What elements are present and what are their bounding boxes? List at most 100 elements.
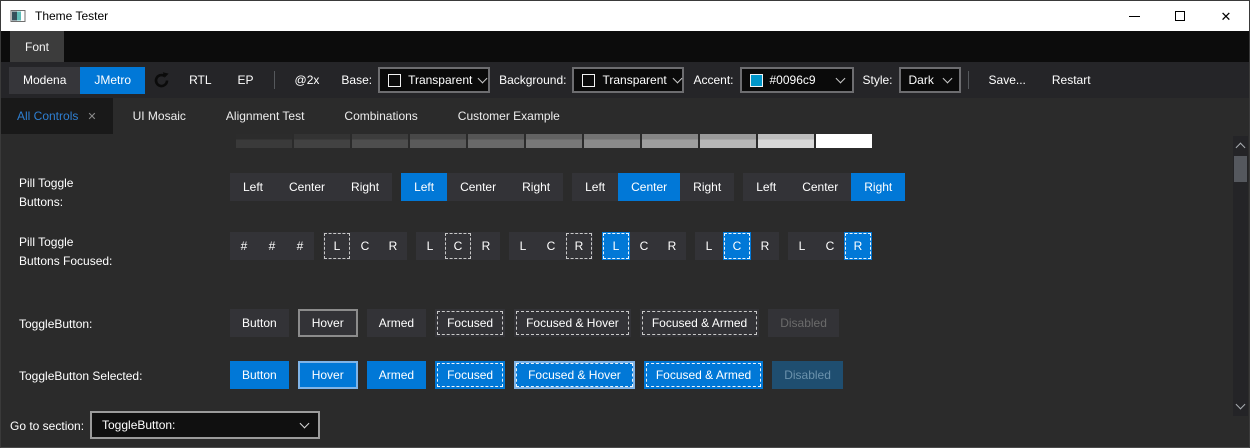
save-button[interactable]: Save... [976,67,1039,94]
jmetro-theme-button[interactable]: JMetro [80,66,146,94]
togglebutton-selected-focused-armed[interactable]: Focused & Armed [643,361,764,389]
pill-c-button[interactable]: C [537,232,565,260]
togglebutton-armed[interactable]: Armed [366,309,427,337]
pill-l-button[interactable]: L [788,232,816,260]
gray-swatch [758,134,814,148]
pill-center-button[interactable]: Center [447,173,509,201]
pill-c-button[interactable]: C [630,232,658,260]
background-combobox[interactable]: Transparent [572,67,685,93]
pill-hash-button[interactable]: # [258,232,286,260]
pill-toggle-focused-label: Pill Toggle Buttons Focused: [19,235,113,269]
accent-value: #0096c9 [769,73,816,87]
pill-left-button[interactable]: Left [230,173,276,201]
title-bar: Theme Tester ✕ [1,1,1249,31]
togglebutton-selected-disabled[interactable]: Disabled [772,361,843,389]
pill-r-button[interactable]: R [565,232,593,260]
refresh-button[interactable] [153,71,170,89]
grayscale-swatch-strip [236,134,872,148]
gray-swatch [236,134,292,148]
pill-right-button[interactable]: Right [509,173,563,201]
pill-l-button[interactable]: L [695,232,723,260]
vertical-scrollbar[interactable] [1233,136,1248,416]
pill-left-button[interactable]: Left [743,173,789,201]
restart-button[interactable]: Restart [1039,67,1104,94]
pill-toggle-group: L C R [509,232,593,260]
pill-center-button[interactable]: Center [618,173,681,201]
go-to-section-value: ToggleButton: [102,418,176,432]
togglebutton-selected-focused[interactable]: Focused [435,361,506,389]
togglebutton-hover[interactable]: Hover [297,309,358,337]
pill-left-button[interactable]: Left [401,173,448,201]
pill-l-button[interactable]: L [509,232,537,260]
pill-center-button[interactable]: Center [276,173,338,201]
gray-swatch [700,134,756,148]
pill-center-button[interactable]: Center [789,173,851,201]
ep-button[interactable]: EP [225,67,267,94]
togglebutton-focused-armed[interactable]: Focused & Armed [639,309,760,337]
toolbar-separator [967,71,969,89]
tab-close-icon[interactable]: ✕ [87,110,96,123]
pill-l-button[interactable]: L [323,232,351,260]
app-icon [10,10,26,22]
rtl-button[interactable]: RTL [176,67,224,94]
pill-right-button[interactable]: Right [338,173,392,201]
gray-swatch [642,134,698,148]
pill-c-button[interactable]: C [444,232,472,260]
pill-r-button[interactable]: R [472,232,500,260]
pill-hash-button[interactable]: # [230,232,258,260]
togglebutton-normal[interactable]: Button [230,309,289,337]
togglebutton-selected-label: ToggleButton Selected: [19,369,143,383]
pill-hash-button[interactable]: # [286,232,314,260]
close-icon: ✕ [1220,8,1232,24]
scrollbar-thumb[interactable] [1234,156,1247,182]
tab-ui-mosaic[interactable]: UI Mosaic [113,98,206,134]
toolbar: Modena JMetro RTL EP @2x Base: Transpare… [1,62,1249,98]
pill-c-button[interactable]: C [351,232,379,260]
scroll-up-button[interactable] [1233,138,1248,153]
togglebutton-selected-normal[interactable]: Button [230,361,289,389]
pill-r-button[interactable]: R [751,232,779,260]
pill-l-button[interactable]: L [416,232,444,260]
tab-all-controls[interactable]: All Controls ✕ [1,98,113,134]
togglebutton-label: ToggleButton: [19,317,93,331]
gray-swatch [816,134,872,148]
pill-right-button[interactable]: Right [851,173,906,201]
gray-swatch [468,134,524,148]
go-to-section-combobox[interactable]: ToggleButton: [90,411,320,439]
maximize-button[interactable] [1157,1,1203,31]
gray-swatch [352,134,408,148]
base-combobox[interactable]: Transparent [378,67,491,93]
tab-customer-example[interactable]: Customer Example [438,98,580,134]
togglebutton-focused-hover[interactable]: Focused & Hover [514,309,631,337]
accent-combobox[interactable]: #0096c9 [739,67,854,93]
pill-r-button[interactable]: R [844,232,872,260]
togglebutton-disabled[interactable]: Disabled [768,309,839,337]
transparent-swatch-icon [388,73,402,87]
togglebutton-selected-focused-hover[interactable]: Focused & Hover [514,361,635,389]
togglebutton-selected-armed[interactable]: Armed [366,361,427,389]
style-combobox[interactable]: Dark [898,67,961,93]
tab-alignment-test[interactable]: Alignment Test [206,98,325,134]
togglebutton-focused[interactable]: Focused [435,309,506,337]
pill-left-button[interactable]: Left [572,173,618,201]
pill-c-button[interactable]: C [723,232,751,260]
chevron-down-icon [672,73,683,83]
tab-combinations[interactable]: Combinations [324,98,437,134]
modena-theme-button[interactable]: Modena [9,66,81,94]
scroll-down-button[interactable] [1233,399,1248,414]
pill-l-button[interactable]: L [602,232,630,260]
pill-c-button[interactable]: C [816,232,844,260]
pill-right-button[interactable]: Right [680,173,734,201]
tab-label: Combinations [344,109,418,123]
minimize-button[interactable] [1111,1,1157,31]
pill-toggle-group: Left Center Right [230,173,393,201]
close-button[interactable]: ✕ [1203,1,1249,31]
style-value: Dark [908,73,934,87]
gray-swatch [410,134,466,148]
pill-r-button[interactable]: R [658,232,686,260]
menu-font[interactable]: Font [10,31,65,62]
togglebutton-selected-hover[interactable]: Hover [297,361,358,389]
pill-r-button[interactable]: R [379,232,407,260]
scale-2x-button[interactable]: @2x [282,67,333,94]
pill-toggle-buttons-label: Pill Toggle Buttons: [19,176,74,210]
